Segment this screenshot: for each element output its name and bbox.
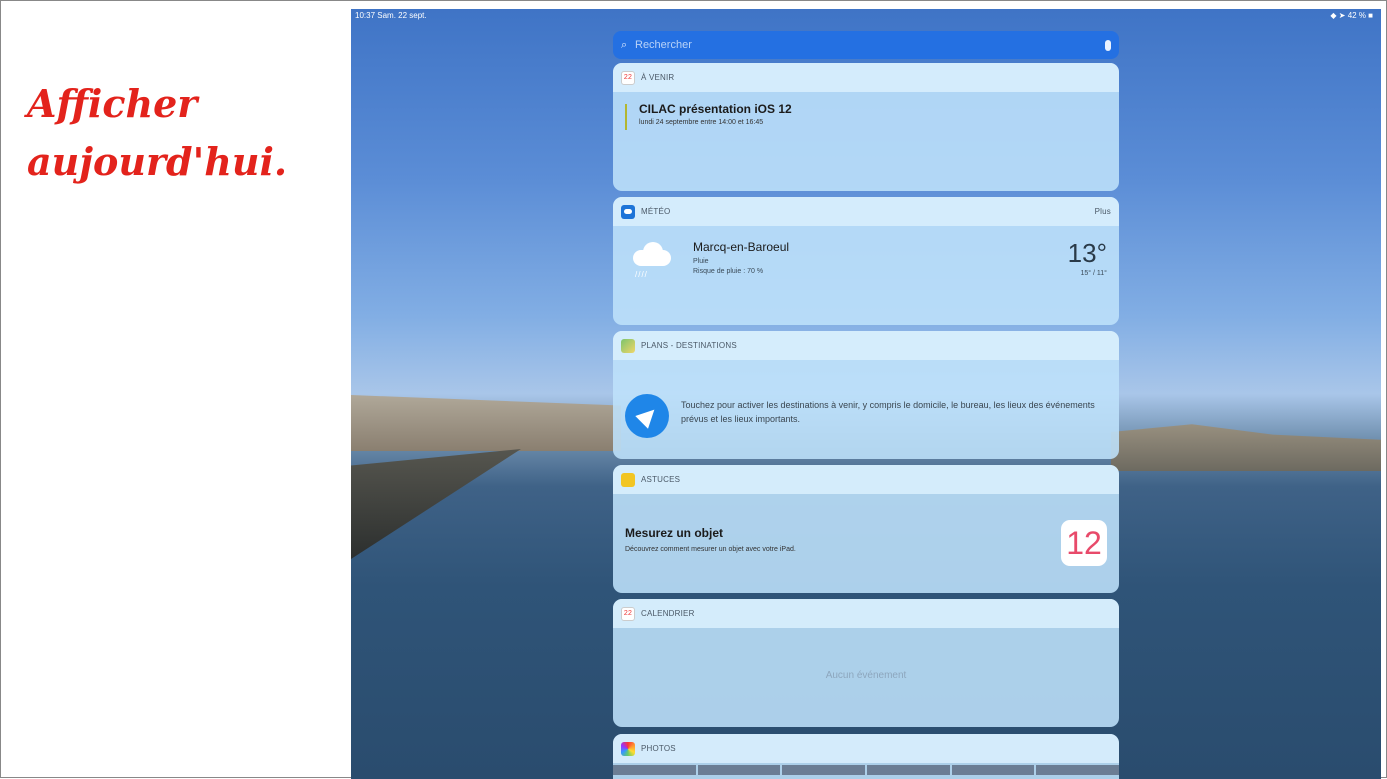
ios12-badge: 12 — [1061, 520, 1107, 566]
event-time: lundi 24 septembre entre 14:00 et 16:45 — [639, 119, 764, 126]
status-battery: ◆ ➤ 42 % ■ — [1330, 11, 1373, 20]
weather-icon — [621, 204, 635, 219]
widget-title: À VENIR — [641, 73, 675, 82]
widget-title: MÉTÉO — [641, 207, 671, 216]
photo-thumbnail[interactable] — [782, 765, 866, 775]
rain-drops: //// — [635, 270, 648, 279]
slide-title: Afficher aujourd'hui. — [27, 75, 347, 191]
search-input[interactable]: Rechercher — [635, 39, 692, 51]
widget-title: CALENDRIER — [641, 609, 695, 618]
widget-calendrier[interactable]: 22 CALENDRIER Aucun événement — [613, 599, 1119, 727]
weather-city: Marcq-en-Baroeul — [693, 240, 790, 254]
widget-header: 22 À VENIR — [613, 63, 1119, 92]
widget-title: ASTUCES — [641, 475, 681, 484]
weather-rain-risk: Risque de pluie : 70 % — [693, 268, 764, 275]
event-color-bar — [625, 104, 627, 130]
widget-photos[interactable]: PHOTOS — [613, 734, 1119, 779]
tip-subtitle: Découvrez comment mesurer un objet avec … — [625, 546, 796, 553]
weather-range: 15° / 11° — [1080, 270, 1108, 277]
background-town-right — [1111, 424, 1381, 471]
widget-title: PLANS - DESTINATIONS — [641, 341, 737, 350]
ipad-today-view: 10:37 Sam. 22 sept. ◆ ➤ 42 % ■ ⌕ Recherc… — [351, 9, 1381, 779]
status-time-date: 10:37 Sam. 22 sept. — [355, 11, 427, 20]
location-arrow-icon[interactable] — [625, 394, 669, 438]
calendar-icon: 22 — [621, 70, 635, 85]
widget-astuces[interactable]: ASTUCES Mesurez un objet Découvrez comme… — [613, 465, 1119, 593]
weather-condition: Pluie — [693, 258, 709, 265]
more-button[interactable]: Plus — [1095, 207, 1111, 216]
search-icon: ⌕ — [621, 38, 628, 51]
photo-thumbnail[interactable] — [867, 765, 950, 775]
event-title[interactable]: CILAC présentation iOS 12 — [639, 102, 792, 116]
widget-header: PLANS - DESTINATIONS — [613, 331, 1119, 360]
widget-meteo[interactable]: MÉTÉO Plus //// Marcq-en-Baroeul Pluie R… — [613, 197, 1119, 325]
photo-thumbnail[interactable] — [613, 765, 696, 775]
microphone-icon[interactable] — [1105, 39, 1111, 51]
tips-icon — [621, 472, 635, 487]
slide-title-line1: Afficher — [27, 81, 198, 126]
photo-thumbnail[interactable] — [1036, 765, 1119, 775]
widget-header: PHOTOS — [613, 734, 1119, 763]
photos-icon — [621, 741, 635, 756]
photo-thumbnail[interactable] — [697, 765, 781, 775]
widget-plans[interactable]: PLANS - DESTINATIONS Touchez pour active… — [613, 331, 1119, 459]
photo-thumbnail[interactable] — [951, 765, 1035, 775]
no-event-text: Aucun événement — [825, 670, 907, 681]
widget-title: PHOTOS — [641, 744, 676, 753]
calendar-icon: 22 — [621, 606, 635, 621]
widget-header: 22 CALENDRIER — [613, 599, 1119, 628]
plans-message[interactable]: Touchez pour activer les destinations à … — [681, 398, 1107, 426]
slide-title-line2: aujourd'hui. — [27, 139, 288, 184]
tip-title[interactable]: Mesurez un objet — [625, 526, 723, 540]
background-quay — [351, 449, 521, 559]
maps-icon — [621, 338, 635, 353]
widget-header: MÉTÉO Plus — [613, 197, 1119, 226]
widget-header: ASTUCES — [613, 465, 1119, 494]
slide: Afficher aujourd'hui. 10:37 Sam. 22 sept… — [0, 0, 1387, 779]
background-town-left — [351, 395, 621, 451]
weather-temperature: 13° — [1067, 238, 1107, 268]
photo-thumbnails[interactable] — [613, 765, 1119, 775]
widget-a-venir[interactable]: 22 À VENIR CILAC présentation iOS 12 lun… — [613, 63, 1119, 191]
rain-cloud-icon — [633, 242, 671, 268]
search-bar[interactable]: ⌕ Rechercher — [613, 31, 1119, 59]
